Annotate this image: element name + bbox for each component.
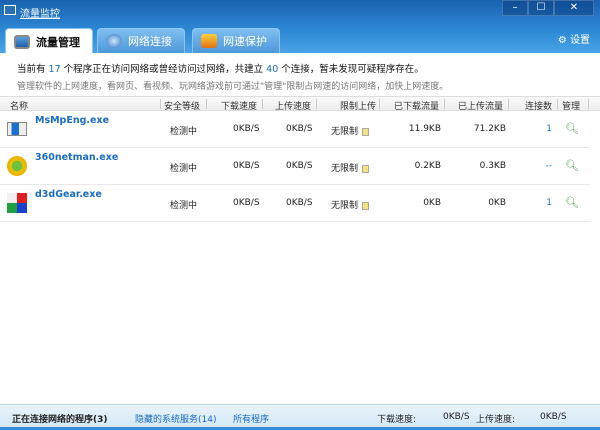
program-count: 17: [48, 64, 61, 75]
upload-speed: 0KB/S: [286, 124, 313, 134]
hint-text: 管理软件的上网速度，看网页、看视频、玩网络游戏前可通过"管理"限制占网速的访问网…: [17, 82, 449, 92]
settings-label: 设置: [570, 35, 590, 46]
downloaded-total: 0.2KB: [414, 161, 441, 171]
window-title: 流量监控: [20, 9, 60, 20]
program-icon: [7, 122, 27, 136]
table-row[interactable]: d3dGear.exe 检测中 0KB/S 0KB/S 无限制 0KB 0KB …: [0, 185, 590, 222]
program-name[interactable]: MsMpEng.exe: [35, 115, 109, 126]
monitor-icon: [14, 34, 30, 49]
uploaded-total: 0.3KB: [479, 161, 506, 171]
total-up-label: 上传速度:: [476, 415, 516, 425]
limit-value: 无限制: [331, 201, 359, 211]
connection-count[interactable]: --: [546, 161, 553, 171]
close-button[interactable]: ✕: [554, 0, 594, 16]
maximize-button[interactable]: ☐: [528, 0, 554, 16]
upload-limit[interactable]: 无限制: [331, 161, 370, 174]
summary: 当前有 17 个程序正在访问网络或曾经访问过网络，共建立 40 个连接，暂未发现…: [0, 53, 600, 96]
uploaded-total: 0KB: [488, 198, 506, 208]
connection-count[interactable]: 1: [546, 198, 552, 208]
filter-hidden-services[interactable]: 隐藏的系统服务(14): [135, 412, 216, 425]
magnifier-icon[interactable]: 🔍︎: [565, 159, 579, 172]
t: 当前有: [17, 64, 49, 75]
filter-active-programs[interactable]: 正在连接网络的程序(3): [12, 412, 108, 425]
security-level: 检测中: [170, 127, 198, 137]
download-speed: 0KB/S: [233, 198, 260, 208]
edit-icon[interactable]: [362, 127, 370, 136]
gear-icon: ⚙: [557, 35, 567, 46]
tab-label: 网速保护: [223, 35, 267, 48]
program-name[interactable]: 360netman.exe: [35, 152, 118, 163]
magnifier-icon[interactable]: 🔍︎: [565, 196, 579, 209]
program-icon: [7, 193, 27, 213]
tab-label: 流量管理: [36, 35, 80, 49]
app-icon: [4, 5, 16, 15]
header: 流量监控 – ☐ ✕ 流量管理 网络连接 网速保护 ⚙ 设置: [0, 0, 600, 54]
upload-limit[interactable]: 无限制: [331, 198, 370, 211]
downloaded-total: 11.9KB: [408, 124, 441, 134]
security-level: 检测中: [170, 201, 198, 211]
table-row[interactable]: 360netman.exe 检测中 0KB/S 0KB/S 无限制 0.2KB …: [0, 148, 590, 185]
security-level: 检测中: [170, 164, 198, 174]
t: 个程序正在访问网络或曾经访问过网络，共建立: [60, 64, 267, 75]
tab-speed-protection[interactable]: 网速保护: [192, 28, 280, 53]
total-down-label: 下载速度:: [377, 415, 417, 425]
uploaded-total: 71.2KB: [473, 124, 506, 134]
connection-count[interactable]: 1: [546, 124, 552, 134]
summary-line: 当前有 17 个程序正在访问网络或曾经访问过网络，共建立 40 个连接，暂未发现…: [17, 61, 424, 75]
tab-label: 网络连接: [128, 35, 172, 48]
download-speed: 0KB/S: [233, 161, 260, 171]
upload-limit[interactable]: 无限制: [331, 124, 370, 137]
table-row[interactable]: MsMpEng.exe 检测中 0KB/S 0KB/S 无限制 11.9KB 7…: [0, 111, 590, 148]
filter-all-programs[interactable]: 所有程序: [233, 412, 269, 425]
magnifier-icon[interactable]: 🔍︎: [565, 122, 579, 135]
downloaded-total: 0KB: [423, 198, 441, 208]
upload-speed: 0KB/S: [286, 198, 313, 208]
tab-network-connections[interactable]: 网络连接: [97, 28, 185, 53]
total-up-value: 0KB/S: [540, 412, 567, 422]
globe-icon: [106, 34, 122, 48]
shield-bolt-icon: [201, 34, 217, 48]
minimize-button[interactable]: –: [502, 0, 528, 16]
download-speed: 0KB/S: [233, 124, 260, 134]
limit-value: 无限制: [331, 164, 359, 174]
status-bar: 正在连接网络的程序(3) 隐藏的系统服务(14) 所有程序 下载速度: 0KB/…: [0, 404, 600, 430]
program-name[interactable]: d3dGear.exe: [35, 189, 102, 200]
tab-traffic-management[interactable]: 流量管理: [5, 28, 93, 54]
t: 个连接，暂未发现可疑程序存在。: [278, 64, 424, 75]
limit-value: 无限制: [331, 127, 359, 137]
edit-icon[interactable]: [362, 164, 370, 173]
edit-icon[interactable]: [362, 201, 370, 210]
program-icon: [7, 156, 27, 176]
table-header: 名称 安全等级 下载速度 上传速度 限制上传 已下载流量 已上传流量 连接数 管…: [0, 96, 600, 112]
connection-count: 40: [266, 64, 279, 75]
upload-speed: 0KB/S: [286, 161, 313, 171]
settings-button[interactable]: ⚙ 设置: [558, 31, 590, 46]
total-down-value: 0KB/S: [443, 412, 470, 422]
